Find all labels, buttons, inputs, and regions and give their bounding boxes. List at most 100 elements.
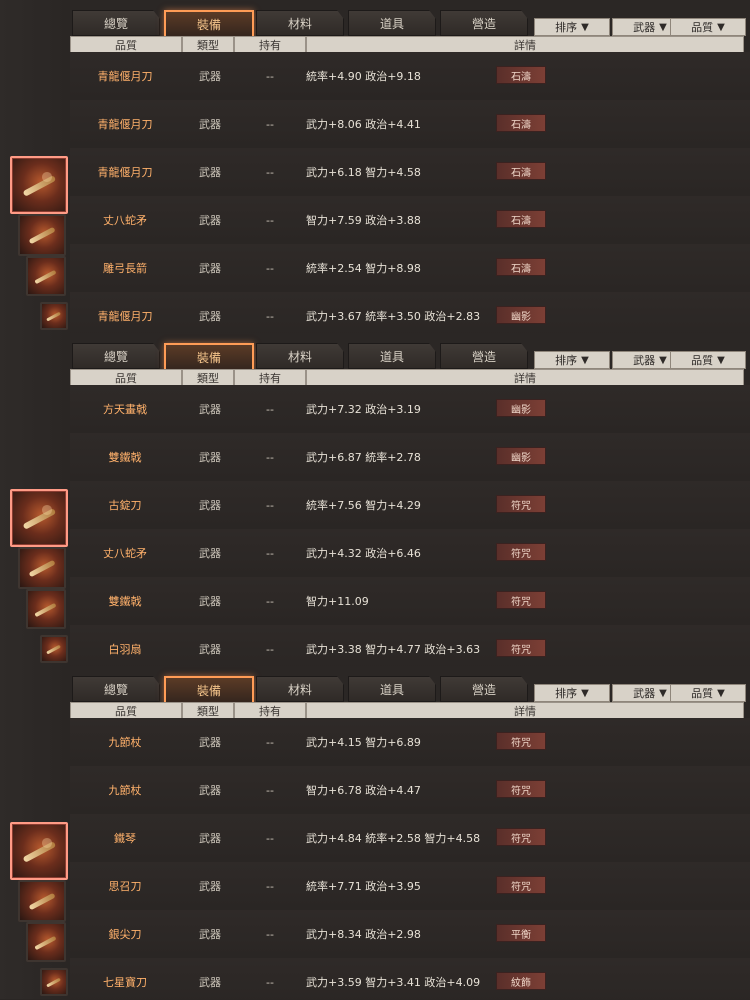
table-row[interactable]: 青龍偃月刀 武器 -- 武力+3.67 統率+3.50 政治+2.83 幽影 bbox=[70, 292, 750, 333]
item-detail: 武力+4.32 政治+6.46 bbox=[306, 547, 421, 560]
tab-items[interactable]: 道具 bbox=[348, 676, 436, 702]
item-badge: 符咒 bbox=[496, 543, 546, 561]
item-type: 武器 bbox=[199, 643, 221, 656]
item-owned: -- bbox=[266, 831, 274, 845]
tab-materials[interactable]: 材料 bbox=[256, 343, 344, 369]
filter-label: 武器 bbox=[633, 687, 656, 700]
item-badge: 符咒 bbox=[496, 828, 546, 846]
tab-materials[interactable]: 材料 bbox=[256, 10, 344, 36]
tab-equipment[interactable]: 裝備 bbox=[164, 343, 254, 371]
item-thumb[interactable] bbox=[40, 302, 68, 330]
item-detail: 武力+3.59 智力+3.41 政治+4.09 bbox=[306, 976, 481, 989]
tab-overview[interactable]: 總覽 bbox=[72, 343, 160, 369]
table-row[interactable]: 九節杖 武器 -- 武力+4.15 智力+6.89 符咒 bbox=[70, 718, 750, 767]
table-row[interactable]: 青龍偃月刀 武器 -- 統率+4.90 政治+9.18 石濤 bbox=[70, 52, 750, 101]
item-type: 武器 bbox=[199, 70, 221, 83]
item-name: 思召刀 bbox=[108, 880, 142, 893]
table-row[interactable]: 雙鐵戟 武器 -- 武力+6.87 統率+2.78 幽影 bbox=[70, 433, 750, 482]
filter-label: 品質 bbox=[691, 687, 714, 700]
filter-label: 品質 bbox=[691, 354, 714, 367]
item-thumb[interactable] bbox=[40, 968, 68, 996]
dropdown-caret-icon: ▼ bbox=[659, 21, 667, 33]
tab-items[interactable]: 道具 bbox=[348, 343, 436, 369]
table-row[interactable]: 思召刀 武器 -- 統率+7.71 政治+3.95 符咒 bbox=[70, 862, 750, 911]
item-detail: 統率+4.90 政治+9.18 bbox=[306, 70, 421, 83]
item-thumb[interactable] bbox=[18, 880, 66, 922]
selected-item-thumb[interactable] bbox=[10, 489, 68, 547]
tab-items[interactable]: 道具 bbox=[348, 10, 436, 36]
item-owned: -- bbox=[266, 450, 274, 464]
item-badge: 符咒 bbox=[496, 591, 546, 609]
item-name: 雕弓長箭 bbox=[103, 262, 147, 275]
weapon-icon bbox=[46, 311, 62, 322]
item-type: 武器 bbox=[199, 451, 221, 464]
sort-filter[interactable]: 排序 ▼ bbox=[534, 351, 610, 369]
item-name: 青龍偃月刀 bbox=[97, 70, 153, 83]
tab-construction[interactable]: 營造 bbox=[440, 343, 528, 369]
tab-construction[interactable]: 營造 bbox=[440, 676, 528, 702]
dropdown-caret-icon: ▼ bbox=[581, 21, 589, 33]
tab-equipment[interactable]: 裝備 bbox=[164, 676, 254, 704]
item-detail: 武力+3.67 統率+3.50 政治+2.83 bbox=[306, 310, 481, 323]
tab-overview[interactable]: 總覽 bbox=[72, 10, 160, 36]
tab-equipment[interactable]: 裝備 bbox=[164, 10, 254, 38]
table-row[interactable]: 七星寶刀 武器 -- 武力+3.59 智力+3.41 政治+4.09 紋飾 bbox=[70, 958, 750, 999]
filter-label: 品質 bbox=[691, 21, 714, 34]
item-badge: 石濤 bbox=[496, 162, 546, 180]
table-header: 品質 類型 持有 詳情 bbox=[70, 702, 744, 720]
item-type: 武器 bbox=[199, 214, 221, 227]
item-badge: 符咒 bbox=[496, 876, 546, 894]
selected-item-thumb[interactable] bbox=[10, 822, 68, 880]
item-owned: -- bbox=[266, 309, 274, 323]
tab-materials[interactable]: 材料 bbox=[256, 676, 344, 702]
item-badge: 幽影 bbox=[496, 447, 546, 465]
sort-filter[interactable]: 排序 ▼ bbox=[534, 684, 610, 702]
item-thumb[interactable] bbox=[40, 635, 68, 663]
item-name: 青龍偃月刀 bbox=[97, 310, 153, 323]
item-name: 古錠刀 bbox=[108, 499, 142, 512]
weapon-icon bbox=[28, 893, 56, 911]
table-row[interactable]: 丈八蛇矛 武器 -- 智力+7.59 政治+3.88 石濤 bbox=[70, 196, 750, 245]
tab-construction[interactable]: 營造 bbox=[440, 10, 528, 36]
item-owned: -- bbox=[266, 642, 274, 656]
left-item-strip bbox=[0, 666, 70, 999]
quality-filter[interactable]: 品質 ▼ bbox=[670, 684, 746, 702]
selected-item-thumb[interactable] bbox=[10, 156, 68, 214]
weapon-icon bbox=[34, 935, 58, 951]
quality-filter[interactable]: 品質 ▼ bbox=[670, 351, 746, 369]
table-row[interactable]: 青龍偃月刀 武器 -- 武力+8.06 政治+4.41 石濤 bbox=[70, 100, 750, 149]
item-detail: 武力+4.15 智力+6.89 bbox=[306, 736, 421, 749]
item-name: 九節杖 bbox=[108, 784, 142, 797]
tab-bar: 總覽 裝備 材料 道具 營造 排序 ▼ 武器 ▼ 品質 ▼ bbox=[72, 10, 750, 38]
tab-overview[interactable]: 總覽 bbox=[72, 676, 160, 702]
sort-filter[interactable]: 排序 ▼ bbox=[534, 18, 610, 36]
weapon-icon bbox=[28, 227, 56, 245]
item-thumb[interactable] bbox=[26, 589, 66, 629]
item-type: 武器 bbox=[199, 928, 221, 941]
item-badge: 符咒 bbox=[496, 639, 546, 657]
table-row[interactable]: 銀尖刀 武器 -- 武力+8.34 政治+2.98 平衡 bbox=[70, 910, 750, 959]
table-row[interactable]: 九節杖 武器 -- 智力+6.78 政治+4.47 符咒 bbox=[70, 766, 750, 815]
item-thumb[interactable] bbox=[26, 922, 66, 962]
item-thumb[interactable] bbox=[18, 214, 66, 256]
item-type: 武器 bbox=[199, 118, 221, 131]
table-row[interactable]: 青龍偃月刀 武器 -- 武力+6.18 智力+4.58 石濤 bbox=[70, 148, 750, 197]
item-type: 武器 bbox=[199, 595, 221, 608]
quality-filter[interactable]: 品質 ▼ bbox=[670, 18, 746, 36]
table-row[interactable]: 丈八蛇矛 武器 -- 武力+4.32 政治+6.46 符咒 bbox=[70, 529, 750, 578]
table-row[interactable]: 雕弓長箭 武器 -- 統率+2.54 智力+8.98 石濤 bbox=[70, 244, 750, 293]
dropdown-caret-icon: ▼ bbox=[717, 687, 725, 699]
table-row[interactable]: 雙鐵戟 武器 -- 智力+11.09 符咒 bbox=[70, 577, 750, 626]
item-type: 武器 bbox=[199, 499, 221, 512]
table-row[interactable]: 方天畫戟 武器 -- 武力+7.32 政治+3.19 幽影 bbox=[70, 385, 750, 434]
item-thumb[interactable] bbox=[26, 256, 66, 296]
table-row[interactable]: 鐵琴 武器 -- 武力+4.84 統率+2.58 智力+4.58 符咒 bbox=[70, 814, 750, 863]
left-item-strip bbox=[0, 0, 70, 333]
item-detail: 武力+7.32 政治+3.19 bbox=[306, 403, 421, 416]
item-thumb[interactable] bbox=[18, 547, 66, 589]
equipment-list: 九節杖 武器 -- 武力+4.15 智力+6.89 符咒 九節杖 武器 -- 智… bbox=[70, 718, 750, 999]
left-item-strip bbox=[0, 333, 70, 666]
table-row[interactable]: 古錠刀 武器 -- 統率+7.56 智力+4.29 符咒 bbox=[70, 481, 750, 530]
table-row[interactable]: 白羽扇 武器 -- 武力+3.38 智力+4.77 政治+3.63 符咒 bbox=[70, 625, 750, 666]
filter-label: 排序 bbox=[555, 687, 578, 700]
